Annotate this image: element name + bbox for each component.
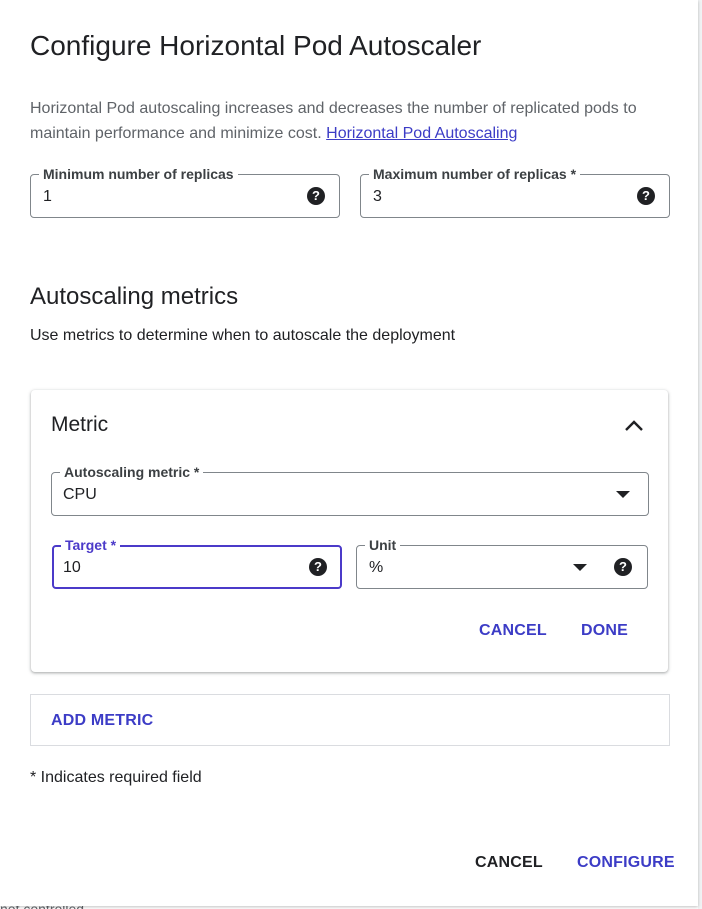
required-field-note: * Indicates required field	[30, 769, 202, 786]
autoscaling-metric-value: CPU	[63, 486, 97, 503]
configure-button[interactable]: CONFIGURE	[577, 853, 675, 873]
help-icon[interactable]: ?	[309, 558, 327, 576]
chevron-down-icon	[616, 491, 630, 498]
max-replicas-field[interactable]: Maximum number of replicas * 3 ?	[360, 166, 670, 218]
max-replicas-label: Maximum number of replicas *	[369, 166, 581, 182]
unit-value: %	[369, 559, 384, 576]
hpa-docs-link[interactable]: Horizontal Pod Autoscaling	[326, 125, 517, 142]
autoscaling-metrics-title: Autoscaling metrics	[30, 283, 239, 310]
target-label: Target *	[61, 537, 121, 553]
dialog-title: Configure Horizontal Pod Autoscaler	[30, 30, 482, 61]
add-metric-row: ADD METRIC	[30, 694, 670, 746]
target-input[interactable]: Target * 10 ?	[52, 537, 342, 589]
help-icon[interactable]: ?	[637, 187, 655, 205]
min-replicas-label: Minimum number of replicas	[39, 166, 238, 182]
hpa-dialog: Configure Horizontal Pod Autoscaler Hori…	[0, 0, 698, 906]
metric-card: Metric Autoscaling metric * CPU Target *…	[31, 390, 668, 672]
min-replicas-field[interactable]: Minimum number of replicas 1 ?	[30, 166, 340, 218]
help-icon[interactable]: ?	[307, 187, 325, 205]
background-page	[698, 0, 702, 909]
metric-done-button[interactable]: DONE	[581, 621, 628, 641]
max-replicas-value: 3	[373, 188, 382, 205]
chevron-up-icon[interactable]	[624, 420, 644, 432]
help-icon[interactable]: ?	[614, 558, 632, 576]
unit-select[interactable]: Unit % ?	[356, 537, 648, 589]
add-metric-button[interactable]: ADD METRIC	[51, 711, 153, 731]
dialog-description: Horizontal Pod autoscaling increases and…	[30, 96, 670, 146]
autoscaling-metric-select[interactable]: Autoscaling metric * CPU	[51, 464, 649, 516]
unit-label: Unit	[365, 537, 401, 553]
metric-cancel-button[interactable]: CANCEL	[479, 621, 547, 641]
autoscaling-metric-label: Autoscaling metric *	[60, 464, 204, 480]
metric-card-title: Metric	[51, 413, 109, 436]
min-replicas-value: 1	[43, 188, 52, 205]
cancel-button[interactable]: CANCEL	[475, 853, 543, 873]
chevron-down-icon	[573, 564, 587, 571]
target-value: 10	[63, 559, 81, 576]
autoscaling-metrics-description: Use metrics to determine when to autosca…	[30, 327, 456, 344]
